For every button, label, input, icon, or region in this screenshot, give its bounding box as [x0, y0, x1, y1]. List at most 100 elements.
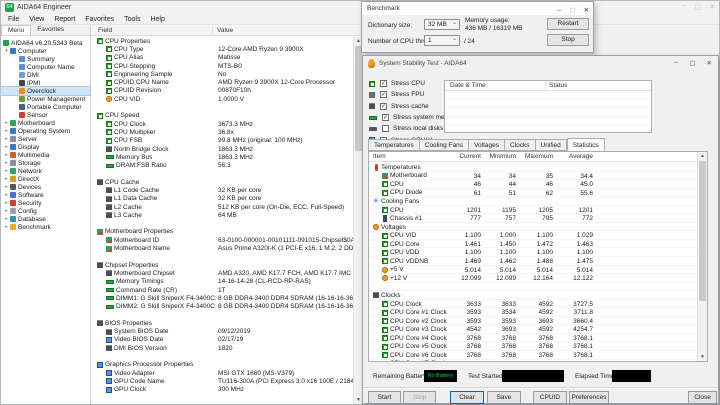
- close-icon[interactable]: ✕: [709, 3, 715, 11]
- field-row-memory-bus[interactable]: Memory Bus 1863.3 MHz: [91, 153, 353, 161]
- stats-row-12-v[interactable]: +12 V 12.099 12.099 12.164 12.122: [369, 274, 697, 283]
- tree-item-security[interactable]: ▸ Security: [1, 199, 90, 207]
- log-datetime-header[interactable]: Date & Time: [450, 82, 486, 89]
- dictionary-size-select[interactable]: 32 MB: [424, 19, 460, 30]
- scroll-down-icon[interactable]: ▼: [698, 353, 707, 361]
- field-row-dimm2-g-skill-sniperx-f4-3400c16-8gsxw[interactable]: DIMM2: G Skill SniperX F4-3400C16-8GSXW8…: [91, 303, 353, 311]
- restart-button[interactable]: Restart: [547, 18, 589, 30]
- minimize-icon[interactable]: ─: [674, 59, 679, 67]
- tab-statistics[interactable]: Statistics: [566, 138, 605, 151]
- field-row-cpu-stepping[interactable]: CPU Stepping MTS-B0: [91, 62, 353, 70]
- chevron-collapsed-icon[interactable]: ▸: [3, 160, 10, 166]
- tree-item-devices[interactable]: ▸ Devices: [1, 183, 90, 191]
- field-row-gpu-code-name[interactable]: GPU Code Name TU116-300A (PCI Express 3.0…: [91, 377, 353, 385]
- value-column-header[interactable]: Value: [212, 27, 233, 34]
- stats-row-cpu-core-6-clock[interactable]: CPU Core #6 Clock 3768 3768 3768 3768.1: [369, 351, 697, 360]
- stats-row-cpu-vddnb[interactable]: CPU VDDNB 1.469 1.462 1.488 1.475: [369, 257, 697, 266]
- field-row-cpu-type[interactable]: CPU Type 12-Core AMD Ryzen 9 3900X: [91, 45, 353, 53]
- menu-help[interactable]: Help: [145, 16, 169, 23]
- field-row-video-bios-date[interactable]: Video BIOS Date 02/17/19: [91, 336, 353, 344]
- cpuid-button[interactable]: CPUID: [533, 391, 567, 404]
- field-row-cpu-clock[interactable]: CPU Clock 3673.3 MHz: [91, 120, 353, 128]
- stats-column-average[interactable]: Average: [553, 153, 593, 160]
- tree-item-overclock[interactable]: Overclock: [0, 86, 91, 96]
- field-row-cpu-alias[interactable]: CPU Alias Matisse: [91, 54, 353, 62]
- chevron-collapsed-icon[interactable]: ▸: [3, 176, 10, 182]
- stats-column-current[interactable]: Current: [441, 153, 481, 160]
- tree-item-dmi[interactable]: DMI: [1, 71, 90, 79]
- tree-item-ipmi[interactable]: IPMI: [1, 79, 90, 87]
- field-row-cpu-vid[interactable]: CPU VID 1.0000 V: [91, 95, 353, 103]
- clear-button[interactable]: Clear: [450, 391, 484, 404]
- checkbox[interactable]: [380, 80, 387, 88]
- menu-view[interactable]: View: [24, 16, 49, 23]
- chevron-collapsed-icon[interactable]: ▸: [3, 208, 10, 214]
- list-header[interactable]: Field Value: [91, 25, 363, 36]
- cpu-threads-select[interactable]: 1: [424, 35, 460, 46]
- chevron-expanded-icon[interactable]: ▾: [3, 48, 10, 54]
- field-row-bios-properties[interactable]: BIOS Properties: [91, 319, 353, 327]
- menu-report[interactable]: Report: [49, 16, 80, 23]
- stats-row-cpu-core-5-clock[interactable]: CPU Core #5 Clock 3768 3768 3768 3768.1: [369, 342, 697, 351]
- menu-file[interactable]: File: [3, 16, 24, 23]
- sidebar-tab-menu[interactable]: Menu: [1, 25, 32, 35]
- sidebar-tab-favorites[interactable]: Favorites: [31, 25, 70, 35]
- field-row-dimm1-g-skill-sniperx-f4-3400c16-8gsxw[interactable]: DIMM1: G Skill SniperX F4-3400C16-8GSXW8…: [91, 294, 353, 302]
- field-row-l3-cache[interactable]: L3 Cache 64 MB: [91, 211, 353, 219]
- field-row-engineering-sample[interactable]: Engineering Sample No: [91, 70, 353, 78]
- stats-row-cpu-core-2-clock[interactable]: CPU Core #2 Clock 3593 3593 3693 3660.4: [369, 317, 697, 326]
- chevron-collapsed-icon[interactable]: ▸: [3, 144, 10, 150]
- field-row-l2-cache[interactable]: L2 Cache 512 KB per core (On-Die, ECC, Fu…: [91, 203, 353, 211]
- field-row-memory-timings[interactable]: Memory Timings 14-16-14-28 (CL-RCD-RP-RAS…: [91, 278, 353, 286]
- field-row-l1-code-cache[interactable]: L1 Code Cache 32 KB per core: [91, 186, 353, 194]
- benchmark-titlebar[interactable]: Benchmark ─ ▢ ✕: [362, 2, 593, 15]
- field-row-command-rate-cr[interactable]: Command Rate (CR) 1T: [91, 286, 353, 294]
- stats-row-cpu-vdd[interactable]: CPU VDD 1.100 1.100 1.100 1.100: [369, 248, 697, 257]
- tree-item-display[interactable]: ▸ Display: [1, 143, 90, 151]
- tree-item-network[interactable]: ▸ Network: [1, 167, 90, 175]
- field-row-l1-data-cache[interactable]: L1 Data Cache 32 KB per core: [91, 195, 353, 203]
- tree-item-aida64-v6-20-5343-beta[interactable]: AIDA64 v6.20.5343 Beta: [1, 39, 90, 47]
- tree-item-sensor[interactable]: Sensor: [1, 111, 90, 119]
- chevron-collapsed-icon[interactable]: ▸: [3, 120, 10, 126]
- stats-row-cpu-clock[interactable]: CPU Clock 3633 3633 4592 3727.5: [369, 300, 697, 309]
- chevron-collapsed-icon[interactable]: ▸: [3, 200, 10, 206]
- field-row-motherboard-id[interactable]: Motherboard ID 63-0100-000001-00101111-09…: [91, 236, 353, 244]
- close-button[interactable]: Close: [688, 391, 717, 404]
- field-row-graphics-processor-properties[interactable]: Graphics Processor Properties: [91, 361, 353, 369]
- stats-row-cpu-vid[interactable]: CPU VID 1.100 1.000 1.100 1.029: [369, 231, 697, 240]
- stats-column-maximum[interactable]: Maximum: [513, 153, 553, 160]
- field-row-north-bridge-clock[interactable]: North Bridge Clock 1863.3 MHz: [91, 145, 353, 153]
- stats-row-cpu-core-4-clock[interactable]: CPU Core #4 Clock 3768 3768 3768 3768.1: [369, 334, 697, 343]
- statistics-scrollbar[interactable]: ▲ ▼: [697, 152, 707, 361]
- chevron-collapsed-icon[interactable]: ▸: [3, 184, 10, 190]
- field-row-motherboard-name[interactable]: Motherboard Name Asus Prime A320I-K (1 PC…: [91, 244, 353, 253]
- preferences-button[interactable]: Preferences: [569, 391, 609, 404]
- stats-row-cpu-core-3-clock[interactable]: CPU Core #3 Clock 4542 3693 4592 4254.7: [369, 325, 697, 334]
- field-row-cpuid-cpu-name[interactable]: CPUID CPU Name AMD Ryzen 9 3900X 12-Core …: [91, 78, 353, 87]
- tab-clocks[interactable]: Clocks: [505, 139, 536, 151]
- stats-row-temperatures[interactable]: Temperatures: [369, 163, 697, 172]
- field-row-chipset-properties[interactable]: Chipset Properties: [91, 261, 353, 269]
- save-button[interactable]: Save: [487, 391, 521, 404]
- field-row-dmi-bios-version[interactable]: DMI BIOS Version 1820: [91, 344, 353, 352]
- start-button[interactable]: Start: [368, 391, 401, 404]
- stats-row-5-v[interactable]: +5 V 5.014 5.014 5.014 5.014: [369, 266, 697, 275]
- tree-item-computer[interactable]: ▾ Computer: [1, 47, 90, 55]
- field-row-cpu-speed[interactable]: CPU Speed: [91, 112, 353, 120]
- stats-row-clocks[interactable]: Clocks: [369, 291, 697, 300]
- stats-row-voltages[interactable]: Voltages: [369, 223, 697, 232]
- tree-item-motherboard[interactable]: ▸ Motherboard: [1, 119, 90, 127]
- stats-row-cpu[interactable]: CPU 46 44 46 45.0: [369, 180, 697, 189]
- tree-item-database[interactable]: ▸ Database: [1, 215, 90, 223]
- stop-button[interactable]: Stop: [547, 34, 589, 46]
- maximize-icon[interactable]: ▢: [689, 59, 695, 67]
- tab-cooling-fans[interactable]: Cooling Fans: [419, 139, 470, 151]
- tree-item-multimedia[interactable]: ▸ Multimedia: [1, 151, 90, 159]
- checkbox[interactable]: [380, 91, 387, 99]
- stats-column-item[interactable]: Item: [373, 153, 386, 160]
- tree-item-power-management[interactable]: Power Management: [1, 95, 90, 103]
- chevron-collapsed-icon[interactable]: ▸: [3, 168, 10, 174]
- log-status-header[interactable]: Status: [549, 82, 567, 89]
- stats-row-cpu-core-7-clock[interactable]: CPU Core #7 Clock3768376837683768.1: [369, 360, 697, 361]
